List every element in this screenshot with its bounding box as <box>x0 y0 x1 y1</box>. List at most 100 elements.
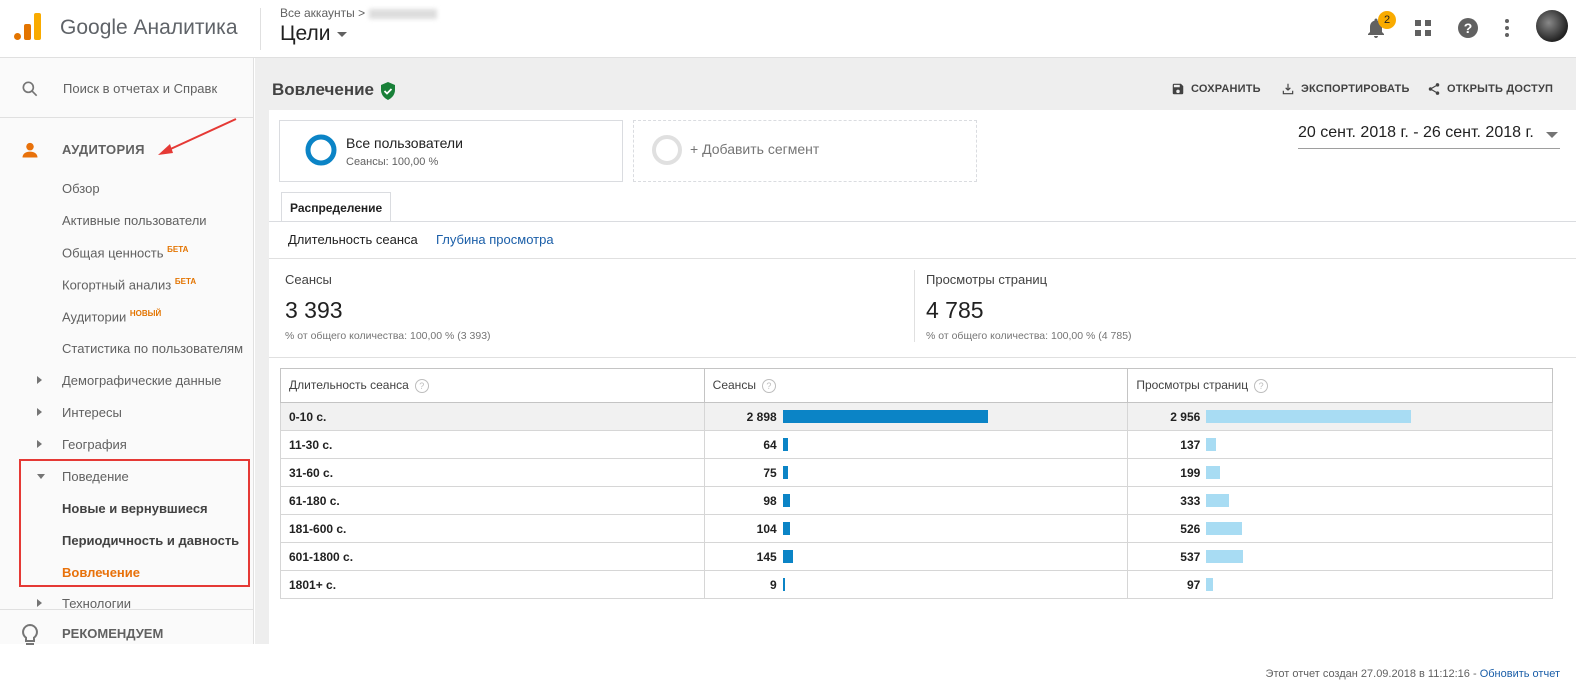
sessions-bar <box>782 466 788 479</box>
column-header-label: Сеансы <box>712 378 756 393</box>
cell-value: 2 956 <box>1170 410 1201 424</box>
cell-value: 64 <box>763 438 777 452</box>
segment-ring-icon <box>305 134 337 166</box>
chevron-right-icon <box>37 440 42 448</box>
pageviews-bar <box>1206 466 1221 479</box>
view-selector[interactable]: Цели <box>280 22 347 46</box>
column-header-duration[interactable]: Длительность сеанса? <box>280 368 705 403</box>
help-icon[interactable]: ? <box>414 378 429 393</box>
pageviews-bar <box>1206 578 1214 591</box>
highlight-box <box>19 459 250 587</box>
app-name[interactable]: Google Аналитика <box>60 16 238 40</box>
sidebar-item-label: География <box>62 437 127 452</box>
table-row: 31-60 с. 75 199 <box>280 458 1553 487</box>
metric-value: 3 393 <box>285 297 343 323</box>
pageviews-bar <box>1206 438 1217 451</box>
sidebar-item-label: Общая ценность <box>62 245 164 261</box>
verified-check-icon <box>381 82 395 100</box>
pageviews-bar <box>1206 550 1244 563</box>
table-row: 61-180 с. 98 333 <box>280 486 1553 515</box>
divider <box>914 270 915 342</box>
top-bar: Google Аналитика Все аккаунты > Цели 2 ? <box>0 0 1576 58</box>
sessions-bar <box>782 522 790 535</box>
date-range-picker[interactable]: 20 сент. 2018 г. - 26 сент. 2018 г. <box>1298 124 1560 149</box>
avatar[interactable] <box>1536 10 1568 42</box>
tab-distribution[interactable]: Распределение <box>281 192 392 222</box>
sidebar-item-label: Обзор <box>62 181 100 196</box>
cell-value: 9 <box>769 578 777 592</box>
export-button-label: ЭКСПОРТИРОВАТЬ <box>1301 82 1410 95</box>
sidebar-item-cohort-analysis[interactable]: Когортный анализ БЕТА <box>62 277 196 292</box>
search-row[interactable]: Поиск в отчетах и Справк <box>0 58 254 118</box>
more-vert-icon[interactable] <box>1495 16 1519 40</box>
sidebar-item-demographics[interactable]: Демографические данные <box>62 373 221 388</box>
table-row: 1801+ с. 9 97 <box>280 570 1553 599</box>
divider <box>269 357 1576 358</box>
analytics-logo-icon[interactable] <box>14 12 44 42</box>
subtab-session-duration[interactable]: Длительность сеанса <box>288 232 418 247</box>
cell-value: 2 898 <box>746 410 777 424</box>
cell-pageviews: 2 956 <box>1127 402 1553 431</box>
cell-sessions: 2 898 <box>703 402 1129 431</box>
pageviews-bar <box>1206 494 1230 507</box>
help-icon[interactable]: ? <box>1254 378 1269 393</box>
save-button[interactable]: СОХРАНИТЬ <box>1171 82 1261 96</box>
download-icon <box>1282 83 1294 95</box>
table-row: 601-1800 с. 145 537 <box>280 542 1553 571</box>
cell-value: 333 <box>1180 494 1201 508</box>
sessions-bar <box>782 550 793 563</box>
save-button-label: СОХРАНИТЬ <box>1191 82 1261 95</box>
column-header-sessions[interactable]: Сеансы? <box>703 368 1129 403</box>
sessions-bar <box>782 438 788 451</box>
share-icon <box>1428 83 1440 95</box>
sidebar-item-audiences[interactable]: Аудитории НОВЫЙ <box>62 309 161 324</box>
add-segment-label: + Добавить сегмент <box>690 141 820 157</box>
sidebar-item-overview[interactable]: Обзор <box>62 181 100 196</box>
sidebar: Поиск в отчетах и Справк АУДИТОРИЯ Обзор… <box>0 58 254 645</box>
share-button-label: ОТКРЫТЬ ДОСТУП <box>1447 82 1554 95</box>
segment-all-users[interactable]: Все пользователи Сеансы: 100,00 % <box>279 120 623 182</box>
add-segment-button[interactable]: + Добавить сегмент <box>633 120 977 182</box>
refresh-report-link[interactable]: Обновить отчет <box>1480 668 1560 680</box>
sidebar-item-active-users[interactable]: Активные пользователи <box>62 213 207 228</box>
metric-subtext: % от общего количества: 100,00 % (3 393) <box>285 330 491 342</box>
sidebar-item-label: Активные пользователи <box>62 213 207 228</box>
cell-sessions: 98 <box>703 486 1129 515</box>
row-label: 31-60 с. <box>280 458 705 487</box>
cell-pageviews: 537 <box>1127 542 1553 571</box>
cell-value: 526 <box>1180 522 1201 536</box>
chevron-down-icon <box>1546 132 1558 138</box>
sidebar-item-interests[interactable]: Интересы <box>62 405 122 420</box>
report-card: Все пользователи Сеансы: 100,00 % + Доба… <box>269 110 1576 680</box>
breadcrumb-label[interactable]: Все аккаунты > <box>280 6 365 20</box>
search-input[interactable]: Поиск в отчетах и Справк <box>63 81 223 96</box>
annotation-arrow <box>158 118 237 155</box>
svg-text:?: ? <box>1464 20 1473 36</box>
breadcrumb[interactable]: Все аккаунты > <box>280 6 438 20</box>
sidebar-item-geo[interactable]: География <box>62 437 127 452</box>
subtab-page-depth[interactable]: Глубина просмотра <box>436 232 554 247</box>
sidebar-item-lifetime-value[interactable]: Общая ценность БЕТА <box>62 245 188 260</box>
new-badge: НОВЫЙ <box>129 309 162 318</box>
sidebar-item-label: Интересы <box>62 405 122 420</box>
divider <box>0 609 254 610</box>
cell-sessions: 64 <box>703 430 1129 459</box>
cell-sessions: 104 <box>703 514 1129 543</box>
row-label: 61-180 с. <box>280 486 705 515</box>
metric-subtext: % от общего количества: 100,00 % (4 785) <box>926 330 1132 342</box>
beta-badge: БЕТА <box>174 277 197 286</box>
help-icon[interactable]: ? <box>1456 16 1480 40</box>
help-icon[interactable]: ? <box>761 378 776 393</box>
cell-sessions: 9 <box>703 570 1129 599</box>
divider <box>269 258 1576 259</box>
row-label: 0-10 с. <box>280 402 705 431</box>
share-button[interactable]: ОТКРЫТЬ ДОСТУП <box>1427 82 1553 96</box>
column-header-pageviews[interactable]: Просмотры страниц? <box>1127 368 1553 403</box>
sidebar-item-user-explorer[interactable]: Статистика по пользователям <box>62 341 243 356</box>
metric-label: Сеансы <box>285 272 332 287</box>
apps-icon[interactable] <box>1411 16 1435 40</box>
sidebar-section-recommend[interactable]: РЕКОМЕНДУЕМ <box>0 620 254 650</box>
export-button[interactable]: ЭКСПОРТИРОВАТЬ <box>1281 82 1410 96</box>
report-footer: Этот отчет создан 27.09.2018 в 11:12:16 … <box>1266 668 1560 680</box>
cell-sessions: 75 <box>703 458 1129 487</box>
